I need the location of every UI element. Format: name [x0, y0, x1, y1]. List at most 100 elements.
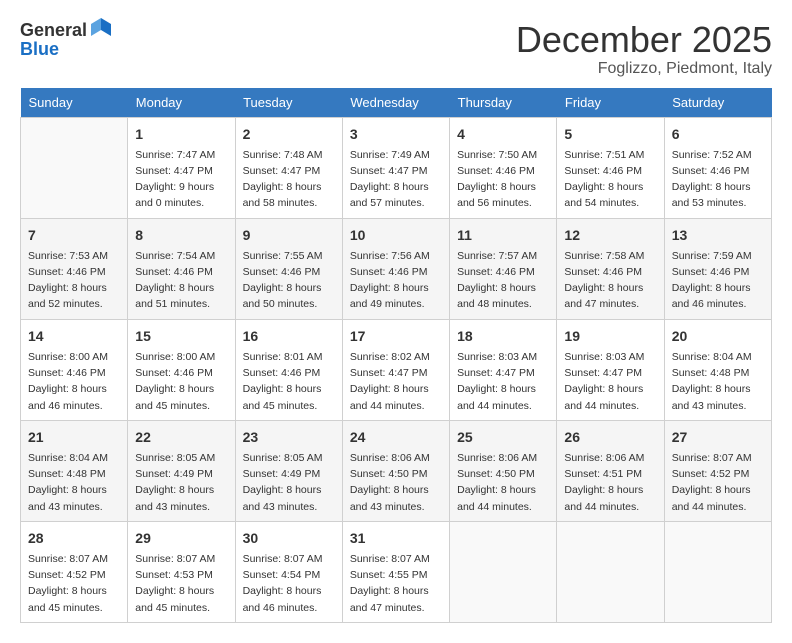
- day-number: 9: [243, 225, 335, 246]
- logo-icon: [89, 16, 113, 40]
- day-number: 17: [350, 326, 442, 347]
- day-info: Sunrise: 7:48 AM Sunset: 4:47 PM Dayligh…: [243, 147, 335, 212]
- calendar-cell: 27Sunrise: 8:07 AM Sunset: 4:52 PM Dayli…: [664, 420, 771, 521]
- calendar-cell: [21, 117, 128, 218]
- calendar-cell: 30Sunrise: 8:07 AM Sunset: 4:54 PM Dayli…: [235, 521, 342, 622]
- calendar-cell: 20Sunrise: 8:04 AM Sunset: 4:48 PM Dayli…: [664, 319, 771, 420]
- calendar-cell: [557, 521, 664, 622]
- calendar-cell: 26Sunrise: 8:06 AM Sunset: 4:51 PM Dayli…: [557, 420, 664, 521]
- day-info: Sunrise: 8:07 AM Sunset: 4:52 PM Dayligh…: [28, 551, 120, 616]
- calendar-cell: 21Sunrise: 8:04 AM Sunset: 4:48 PM Dayli…: [21, 420, 128, 521]
- day-header-monday: Monday: [128, 88, 235, 118]
- day-number: 3: [350, 124, 442, 145]
- day-number: 14: [28, 326, 120, 347]
- calendar-week-row: 14Sunrise: 8:00 AM Sunset: 4:46 PM Dayli…: [21, 319, 772, 420]
- day-number: 15: [135, 326, 227, 347]
- calendar-cell: 16Sunrise: 8:01 AM Sunset: 4:46 PM Dayli…: [235, 319, 342, 420]
- title-section: December 2025 Foglizzo, Piedmont, Italy: [516, 20, 772, 78]
- calendar-cell: 31Sunrise: 8:07 AM Sunset: 4:55 PM Dayli…: [342, 521, 449, 622]
- day-info: Sunrise: 7:50 AM Sunset: 4:46 PM Dayligh…: [457, 147, 549, 212]
- day-info: Sunrise: 8:07 AM Sunset: 4:53 PM Dayligh…: [135, 551, 227, 616]
- day-number: 24: [350, 427, 442, 448]
- calendar-table: SundayMondayTuesdayWednesdayThursdayFrid…: [20, 88, 772, 623]
- day-info: Sunrise: 7:52 AM Sunset: 4:46 PM Dayligh…: [672, 147, 764, 212]
- calendar-cell: 4Sunrise: 7:50 AM Sunset: 4:46 PM Daylig…: [450, 117, 557, 218]
- calendar-cell: 15Sunrise: 8:00 AM Sunset: 4:46 PM Dayli…: [128, 319, 235, 420]
- day-info: Sunrise: 8:05 AM Sunset: 4:49 PM Dayligh…: [135, 450, 227, 515]
- day-number: 12: [564, 225, 656, 246]
- day-info: Sunrise: 8:00 AM Sunset: 4:46 PM Dayligh…: [28, 349, 120, 414]
- day-info: Sunrise: 8:07 AM Sunset: 4:55 PM Dayligh…: [350, 551, 442, 616]
- day-info: Sunrise: 7:59 AM Sunset: 4:46 PM Dayligh…: [672, 248, 764, 313]
- calendar-week-row: 21Sunrise: 8:04 AM Sunset: 4:48 PM Dayli…: [21, 420, 772, 521]
- day-header-thursday: Thursday: [450, 88, 557, 118]
- day-header-friday: Friday: [557, 88, 664, 118]
- day-info: Sunrise: 8:06 AM Sunset: 4:50 PM Dayligh…: [457, 450, 549, 515]
- day-info: Sunrise: 7:54 AM Sunset: 4:46 PM Dayligh…: [135, 248, 227, 313]
- day-number: 1: [135, 124, 227, 145]
- day-number: 18: [457, 326, 549, 347]
- calendar-cell: 23Sunrise: 8:05 AM Sunset: 4:49 PM Dayli…: [235, 420, 342, 521]
- day-info: Sunrise: 7:57 AM Sunset: 4:46 PM Dayligh…: [457, 248, 549, 313]
- day-number: 5: [564, 124, 656, 145]
- logo-general-text: General: [20, 21, 87, 39]
- calendar-cell: 12Sunrise: 7:58 AM Sunset: 4:46 PM Dayli…: [557, 218, 664, 319]
- day-info: Sunrise: 7:53 AM Sunset: 4:46 PM Dayligh…: [28, 248, 120, 313]
- calendar-week-row: 7Sunrise: 7:53 AM Sunset: 4:46 PM Daylig…: [21, 218, 772, 319]
- day-info: Sunrise: 7:49 AM Sunset: 4:47 PM Dayligh…: [350, 147, 442, 212]
- calendar-cell: 2Sunrise: 7:48 AM Sunset: 4:47 PM Daylig…: [235, 117, 342, 218]
- day-info: Sunrise: 7:47 AM Sunset: 4:47 PM Dayligh…: [135, 147, 227, 212]
- day-info: Sunrise: 8:02 AM Sunset: 4:47 PM Dayligh…: [350, 349, 442, 414]
- logo-blue-text: Blue: [20, 39, 59, 59]
- day-info: Sunrise: 8:03 AM Sunset: 4:47 PM Dayligh…: [457, 349, 549, 414]
- day-info: Sunrise: 8:06 AM Sunset: 4:50 PM Dayligh…: [350, 450, 442, 515]
- day-number: 30: [243, 528, 335, 549]
- calendar-cell: 19Sunrise: 8:03 AM Sunset: 4:47 PM Dayli…: [557, 319, 664, 420]
- day-number: 27: [672, 427, 764, 448]
- calendar-cell: [450, 521, 557, 622]
- calendar-cell: 14Sunrise: 8:00 AM Sunset: 4:46 PM Dayli…: [21, 319, 128, 420]
- day-header-tuesday: Tuesday: [235, 88, 342, 118]
- calendar-week-row: 1Sunrise: 7:47 AM Sunset: 4:47 PM Daylig…: [21, 117, 772, 218]
- day-number: 26: [564, 427, 656, 448]
- calendar-cell: 24Sunrise: 8:06 AM Sunset: 4:50 PM Dayli…: [342, 420, 449, 521]
- location-text: Foglizzo, Piedmont, Italy: [516, 60, 772, 78]
- calendar-cell: 1Sunrise: 7:47 AM Sunset: 4:47 PM Daylig…: [128, 117, 235, 218]
- day-number: 31: [350, 528, 442, 549]
- day-info: Sunrise: 7:58 AM Sunset: 4:46 PM Dayligh…: [564, 248, 656, 313]
- page-header: General Blue December 2025 Foglizzo, Pie…: [20, 20, 772, 78]
- day-number: 28: [28, 528, 120, 549]
- day-info: Sunrise: 8:04 AM Sunset: 4:48 PM Dayligh…: [28, 450, 120, 515]
- calendar-cell: 28Sunrise: 8:07 AM Sunset: 4:52 PM Dayli…: [21, 521, 128, 622]
- calendar-cell: 17Sunrise: 8:02 AM Sunset: 4:47 PM Dayli…: [342, 319, 449, 420]
- calendar-cell: 13Sunrise: 7:59 AM Sunset: 4:46 PM Dayli…: [664, 218, 771, 319]
- day-number: 13: [672, 225, 764, 246]
- day-number: 4: [457, 124, 549, 145]
- day-info: Sunrise: 8:06 AM Sunset: 4:51 PM Dayligh…: [564, 450, 656, 515]
- day-info: Sunrise: 8:05 AM Sunset: 4:49 PM Dayligh…: [243, 450, 335, 515]
- day-info: Sunrise: 8:04 AM Sunset: 4:48 PM Dayligh…: [672, 349, 764, 414]
- calendar-cell: 18Sunrise: 8:03 AM Sunset: 4:47 PM Dayli…: [450, 319, 557, 420]
- calendar-cell: 5Sunrise: 7:51 AM Sunset: 4:46 PM Daylig…: [557, 117, 664, 218]
- day-number: 16: [243, 326, 335, 347]
- calendar-cell: 9Sunrise: 7:55 AM Sunset: 4:46 PM Daylig…: [235, 218, 342, 319]
- day-number: 2: [243, 124, 335, 145]
- day-number: 21: [28, 427, 120, 448]
- calendar-cell: 25Sunrise: 8:06 AM Sunset: 4:50 PM Dayli…: [450, 420, 557, 521]
- calendar-cell: 8Sunrise: 7:54 AM Sunset: 4:46 PM Daylig…: [128, 218, 235, 319]
- calendar-cell: 6Sunrise: 7:52 AM Sunset: 4:46 PM Daylig…: [664, 117, 771, 218]
- day-header-wednesday: Wednesday: [342, 88, 449, 118]
- day-info: Sunrise: 7:55 AM Sunset: 4:46 PM Dayligh…: [243, 248, 335, 313]
- day-number: 29: [135, 528, 227, 549]
- day-number: 19: [564, 326, 656, 347]
- day-number: 7: [28, 225, 120, 246]
- day-number: 20: [672, 326, 764, 347]
- calendar-cell: [664, 521, 771, 622]
- day-info: Sunrise: 7:56 AM Sunset: 4:46 PM Dayligh…: [350, 248, 442, 313]
- day-header-sunday: Sunday: [21, 88, 128, 118]
- day-info: Sunrise: 8:07 AM Sunset: 4:52 PM Dayligh…: [672, 450, 764, 515]
- calendar-week-row: 28Sunrise: 8:07 AM Sunset: 4:52 PM Dayli…: [21, 521, 772, 622]
- day-info: Sunrise: 8:01 AM Sunset: 4:46 PM Dayligh…: [243, 349, 335, 414]
- day-info: Sunrise: 8:07 AM Sunset: 4:54 PM Dayligh…: [243, 551, 335, 616]
- day-number: 6: [672, 124, 764, 145]
